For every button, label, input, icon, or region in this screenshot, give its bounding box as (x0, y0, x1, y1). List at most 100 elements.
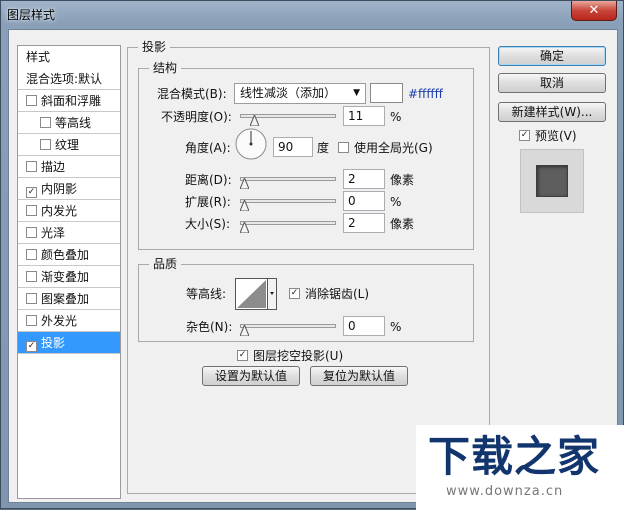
spread-slider-track[interactable] (240, 199, 336, 203)
sidebar-item-label: 等高线 (55, 116, 92, 130)
blend-mode-select[interactable]: 线性减淡（添加） ▼ (234, 83, 366, 104)
angle-label: 角度(A): (185, 141, 231, 155)
sidebar-item-label: 内阴影 (41, 182, 78, 196)
global-light-label: 使用全局光(G) (354, 141, 433, 155)
sidebar-item[interactable]: 样式 (18, 46, 120, 68)
sidebar-item-checkbox[interactable] (40, 117, 51, 128)
opacity-label: 不透明度(O): (161, 110, 232, 124)
reset-default-button[interactable]: 复位为默认值 (310, 366, 408, 386)
ok-button[interactable]: 确定 (498, 46, 606, 66)
sidebar-item-checkbox[interactable] (26, 249, 37, 260)
sidebar-item[interactable]: 外发光 (18, 310, 120, 332)
spread-input[interactable]: 0 (343, 191, 385, 211)
sidebar-item-checkbox[interactable] (26, 293, 37, 304)
blend-mode-label: 混合模式(B): (157, 87, 227, 101)
sidebar-item[interactable]: 等高线 (18, 112, 120, 134)
quality-group: 品质 等高线: ✓ 消除锯齿(L) 杂色(N): 0 % (138, 257, 474, 342)
anti-alias-label: 消除锯齿(L) (305, 287, 370, 301)
new-style-button[interactable]: 新建样式(W)... (498, 102, 606, 122)
noise-slider-track[interactable] (240, 324, 336, 328)
sidebar-item-label: 内发光 (41, 204, 78, 218)
layer-style-dialog: 图层样式 ✕ 样式混合选项:默认斜面和浮雕等高线纹理描边 ✓ 内阴影内发光光泽颜色叠… (0, 0, 624, 510)
size-unit: 像素 (390, 217, 415, 231)
global-light-checkbox[interactable] (338, 142, 349, 153)
spread-slider-handle[interactable] (239, 200, 249, 211)
sidebar-item-label: 样式 (26, 50, 51, 64)
contour-picker[interactable] (235, 278, 277, 310)
sidebar-item-checkbox[interactable] (26, 161, 37, 172)
distance-unit: 像素 (390, 173, 415, 187)
opacity-unit: % (390, 110, 402, 124)
sidebar-item[interactable]: 光泽 (18, 222, 120, 244)
spread-unit: % (390, 195, 402, 209)
sidebar-item[interactable]: 颜色叠加 (18, 244, 120, 266)
structure-group: 结构 混合模式(B): 线性减淡（添加） ▼ #ffffff 不透明度(O): … (138, 61, 474, 250)
color-hex-value: #ffffff (408, 87, 443, 101)
size-input[interactable]: 2 (343, 213, 385, 233)
title-bar[interactable]: 图层样式 ✕ (1, 1, 623, 29)
spread-label: 扩展(R): (185, 195, 231, 209)
close-button[interactable]: ✕ (571, 1, 617, 21)
style-preview (520, 149, 584, 213)
watermark-logo: 下载之家 (428, 432, 601, 481)
sidebar-item[interactable]: ✓ 内阴影 (18, 178, 120, 200)
preview-checkbox[interactable]: ✓ (519, 130, 530, 141)
opacity-input[interactable]: 11 (343, 106, 385, 126)
sidebar-item[interactable]: ✓ 投影 (18, 332, 120, 354)
structure-title: 结构 (149, 61, 182, 75)
sidebar-item-checkbox[interactable] (40, 139, 51, 150)
quality-title: 品质 (149, 257, 182, 271)
window-title: 图层样式 (7, 8, 56, 22)
sidebar-item-label: 颜色叠加 (41, 248, 90, 262)
sidebar-item-label: 渐变叠加 (41, 270, 90, 284)
sidebar-item[interactable]: 渐变叠加 (18, 266, 120, 288)
sidebar-item[interactable]: 混合选项:默认 (18, 68, 120, 90)
preview-swatch (536, 165, 568, 197)
distance-label: 距离(D): (185, 173, 232, 187)
noise-label: 杂色(N): (186, 320, 233, 334)
angle-dial[interactable] (234, 127, 268, 161)
distance-input[interactable]: 2 (343, 169, 385, 189)
sidebar-item-checkbox[interactable]: ✓ (26, 187, 37, 198)
noise-input[interactable]: 0 (343, 316, 385, 336)
chevron-down-icon: ▼ (353, 88, 360, 98)
sidebar-item[interactable]: 图案叠加 (18, 288, 120, 310)
noise-unit: % (390, 320, 402, 334)
distance-slider-track[interactable] (240, 177, 336, 181)
sidebar-item-label: 外发光 (41, 314, 78, 328)
style-list: 样式混合选项:默认斜面和浮雕等高线纹理描边 ✓ 内阴影内发光光泽颜色叠加渐变叠加图案… (17, 45, 121, 499)
sidebar-item-checkbox[interactable] (26, 205, 37, 216)
anti-alias-checkbox[interactable]: ✓ (289, 288, 300, 299)
size-slider-track[interactable] (240, 221, 336, 225)
sidebar-item-label: 混合选项:默认 (26, 72, 103, 86)
sidebar-item-checkbox[interactable] (26, 227, 37, 238)
sidebar-item-checkbox[interactable] (26, 95, 37, 106)
watermark-url: www.downza.cn (446, 484, 564, 499)
sidebar-item-checkbox[interactable] (26, 271, 37, 282)
opacity-slider-handle[interactable] (250, 115, 260, 126)
size-label: 大小(S): (185, 217, 231, 231)
sidebar-item[interactable]: 纹理 (18, 134, 120, 156)
distance-slider-handle[interactable] (240, 178, 250, 189)
watermark: 下载之家 www.downza.cn (416, 425, 624, 510)
sidebar-item-label: 图案叠加 (41, 292, 90, 306)
shadow-color-swatch[interactable] (370, 83, 403, 103)
sidebar-item-checkbox[interactable] (26, 315, 37, 326)
angle-unit: 度 (317, 141, 330, 155)
sidebar-item-label: 描边 (41, 160, 66, 174)
noise-slider-handle[interactable] (239, 325, 249, 336)
sidebar-item-label: 纹理 (55, 138, 80, 152)
size-slider-handle[interactable] (240, 222, 250, 233)
cancel-button[interactable]: 取消 (498, 73, 606, 93)
knockout-label: 图层挖空投影(U) (253, 349, 344, 363)
drop-shadow-title: 投影 (138, 40, 171, 54)
set-default-button[interactable]: 设置为默认值 (202, 366, 300, 386)
sidebar-item[interactable]: 描边 (18, 156, 120, 178)
sidebar-item-label: 投影 (41, 336, 66, 350)
sidebar-item-checkbox[interactable]: ✓ (26, 341, 37, 352)
sidebar-item-label: 光泽 (41, 226, 66, 240)
knockout-checkbox[interactable]: ✓ (237, 350, 248, 361)
sidebar-item[interactable]: 内发光 (18, 200, 120, 222)
sidebar-item[interactable]: 斜面和浮雕 (18, 90, 120, 112)
angle-input[interactable]: 90 (273, 137, 313, 157)
